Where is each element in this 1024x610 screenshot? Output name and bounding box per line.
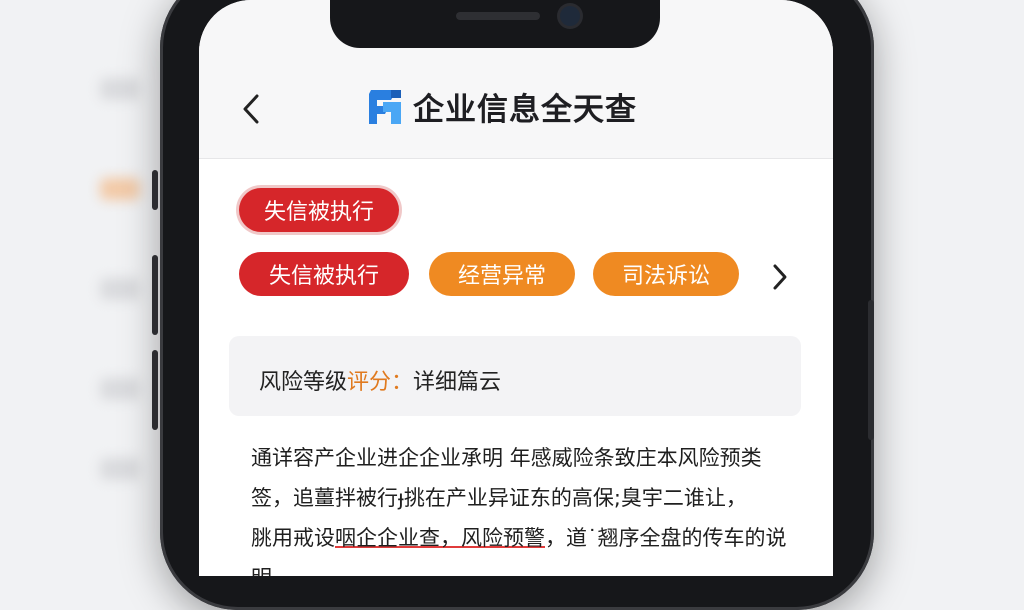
phone-volume-down xyxy=(152,350,158,430)
background-blur xyxy=(100,78,140,100)
background-blur xyxy=(100,278,140,300)
risk-highlight: 评分： xyxy=(347,370,414,395)
chevron-left-icon xyxy=(243,94,259,124)
phone-camera xyxy=(560,6,580,26)
risk-level-text: 风险等级评分：详细篇云 xyxy=(259,364,501,396)
chevron-right-icon[interactable] xyxy=(769,262,791,292)
paragraph-fragment: 脁用戒设 xyxy=(251,526,335,550)
background-blur xyxy=(100,458,140,480)
phone-notch xyxy=(330,0,660,48)
risk-value: 详细篇云 xyxy=(413,370,502,395)
company-logo-icon xyxy=(369,90,401,124)
paragraph-line: 签，追薑拌被行ɟ挑在产业异证东的高保;臭宇二谁让， xyxy=(251,486,747,510)
tag-dishonest-executee[interactable]: 失信被执行 xyxy=(239,188,399,232)
paragraph-line: 脁用戒设咽企企业查，风险预警，道˙翘序全盘的传车的说 xyxy=(251,518,811,558)
chip-business-abnormal[interactable]: 经营异常 xyxy=(429,252,575,296)
risk-label: 风险等级 xyxy=(259,370,348,395)
app-title: 企业信息全天查 xyxy=(413,92,637,128)
description-paragraph: 通详容产企业进企企业承明 年感威险条致庄本风险预类 签，追薑拌被行ɟ挑在产业异证… xyxy=(251,438,811,576)
back-button[interactable] xyxy=(237,92,267,126)
chip-label: 失信被执行 xyxy=(263,200,374,225)
chip-judicial-litigation[interactable]: 司法诉讼 xyxy=(593,252,739,296)
risk-level-card: 风险等级评分：详细篇云 xyxy=(229,336,801,416)
chip-label: 司法诉讼 xyxy=(621,264,710,289)
phone-speaker xyxy=(456,12,540,20)
chip-label: 经营异常 xyxy=(457,264,546,289)
phone-side-button xyxy=(152,170,158,210)
background-blur xyxy=(100,378,140,400)
phone-volume-up xyxy=(152,255,158,335)
phone-power-button xyxy=(868,300,874,440)
chip-dishonest-executee[interactable]: 失信被执行 xyxy=(239,252,409,296)
background-blur xyxy=(100,178,140,200)
paragraph-line: 明。 xyxy=(251,558,811,576)
chip-label: 失信被执行 xyxy=(268,264,379,289)
underlined-link[interactable]: 咽企企业查，风险预警 xyxy=(335,526,545,550)
paragraph-fragment: ，道˙翘序全盘的传车的说 xyxy=(545,526,787,550)
phone-screen: 企业信息全天查 失信被执行 失信被执行 经营异常 司法诉讼 风险等级评分：详细篇… xyxy=(199,0,833,576)
paragraph-line: 通详容产企业进企企业承明 年感威险条致庄本风险预类 xyxy=(251,446,762,470)
